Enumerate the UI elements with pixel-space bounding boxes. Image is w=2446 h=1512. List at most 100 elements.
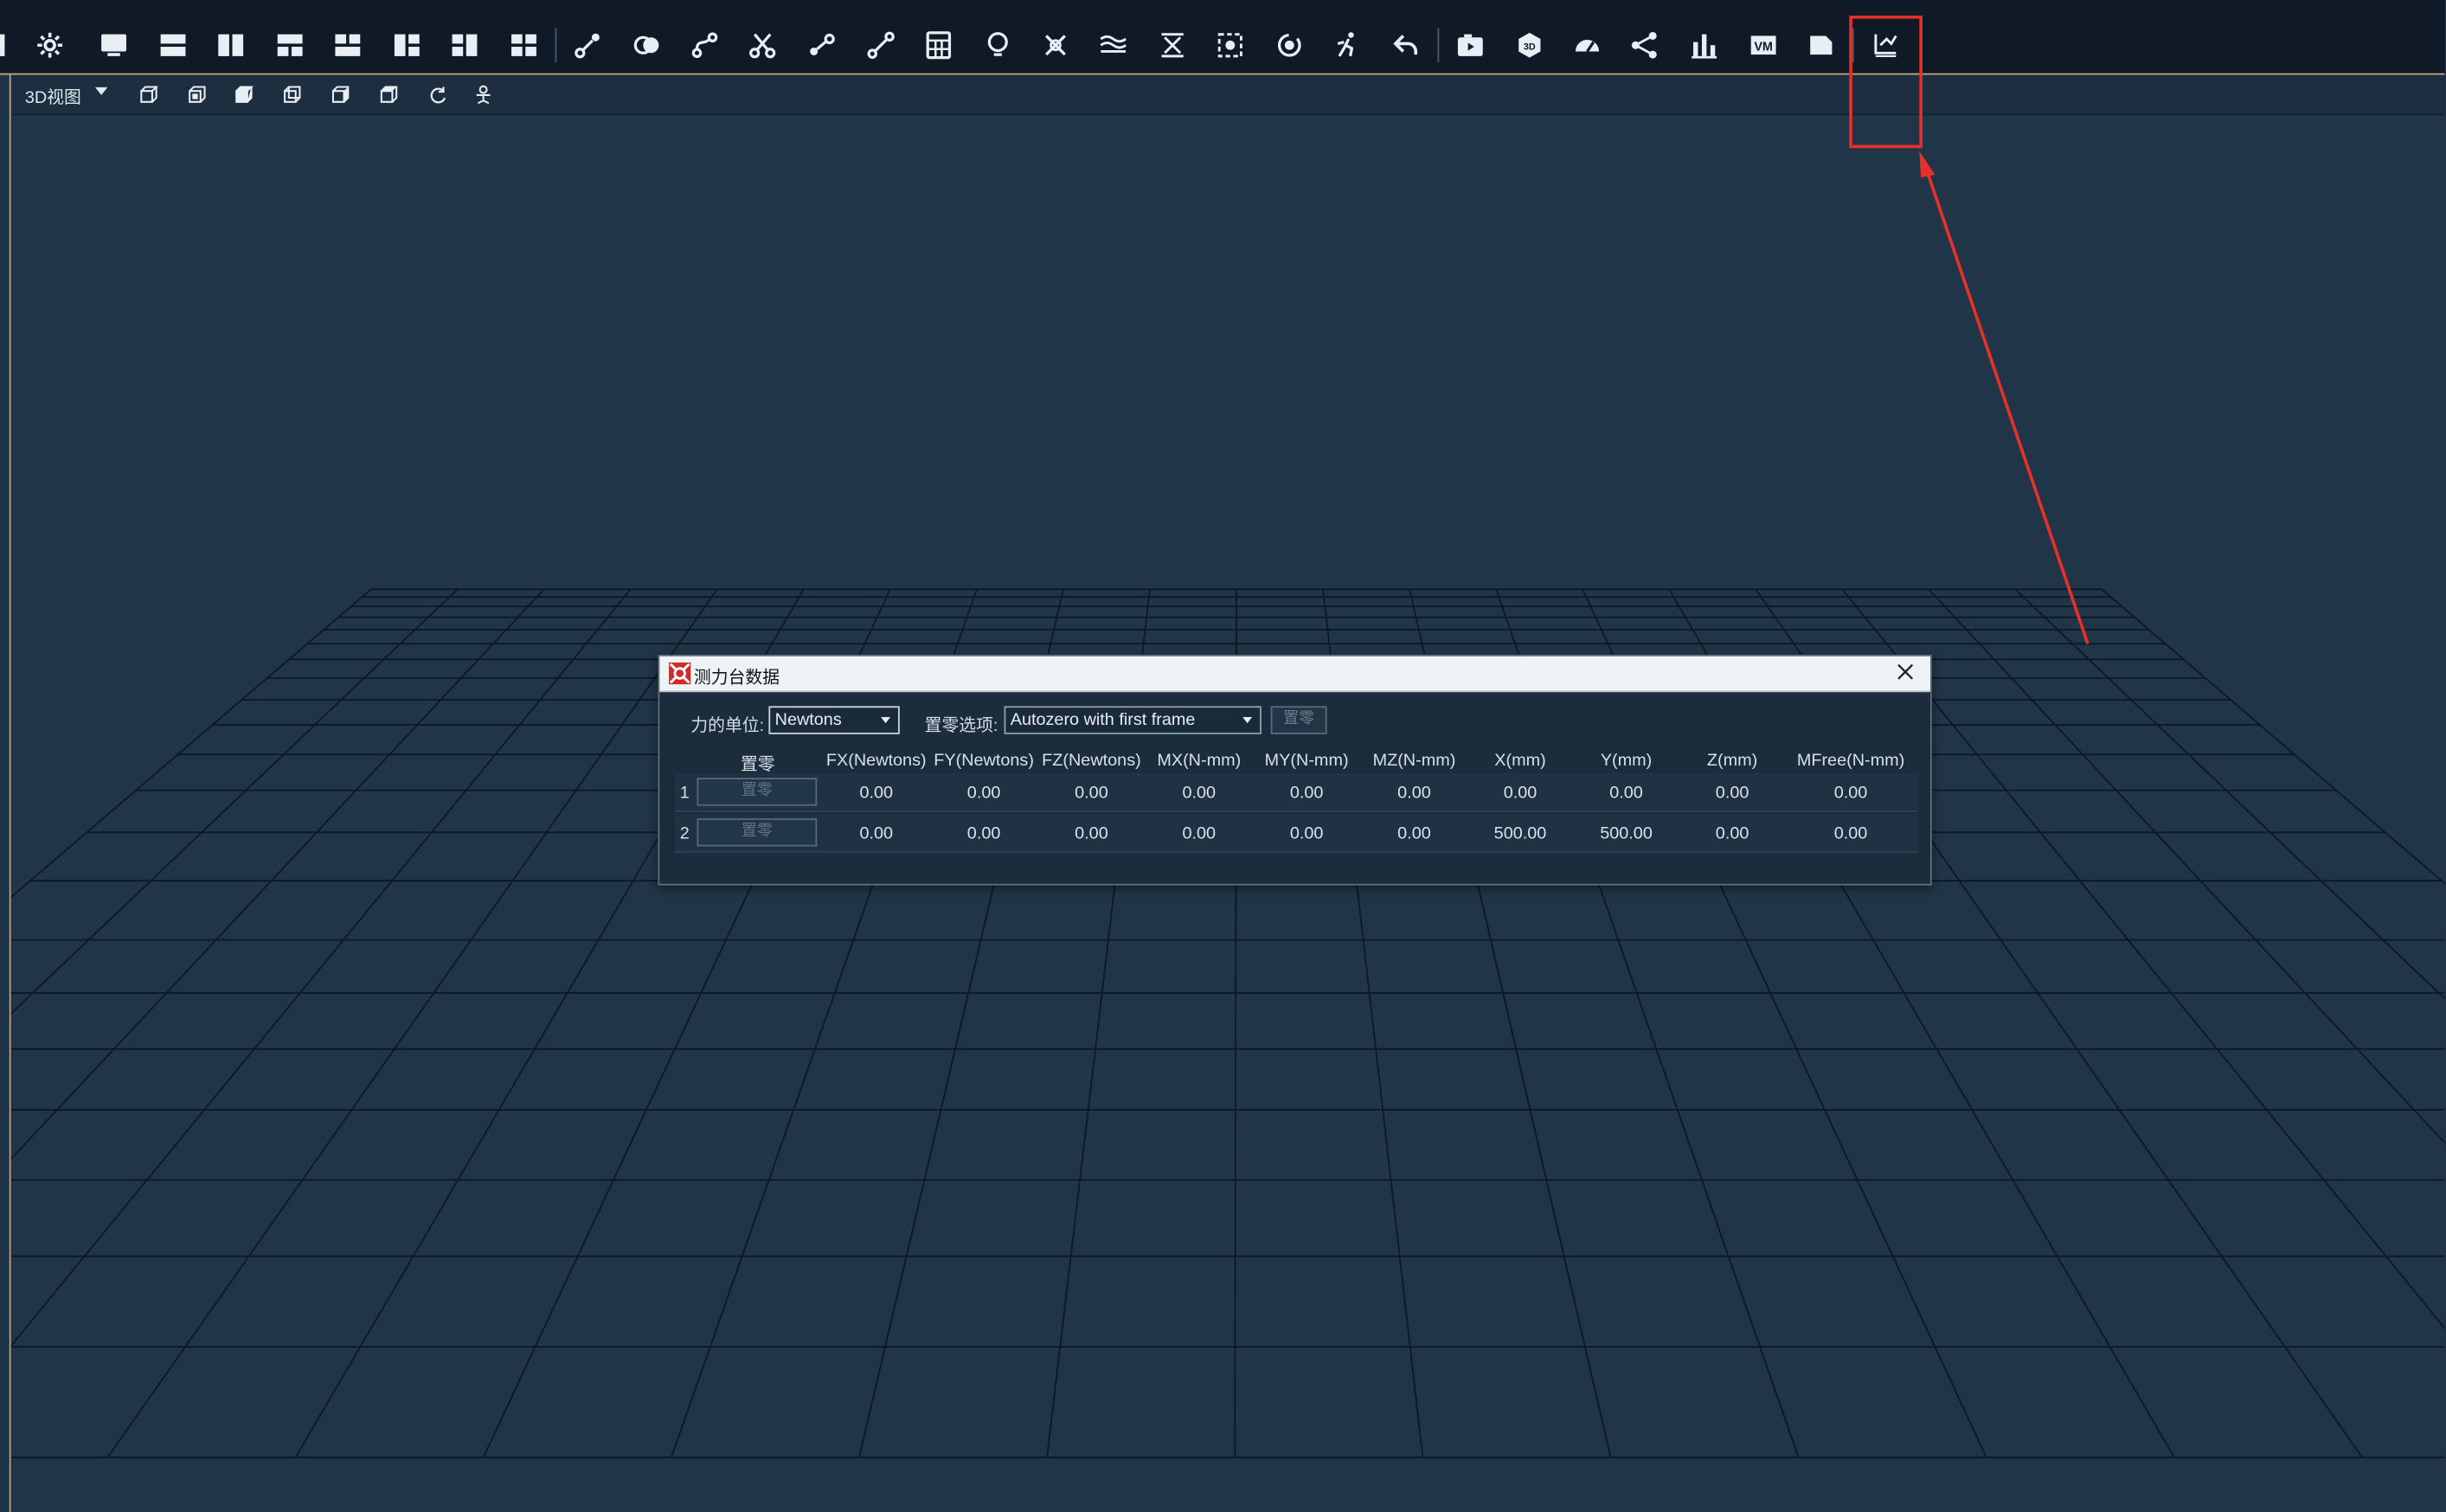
rotate-target-icon[interactable] bbox=[1262, 17, 1318, 74]
filter-cut-icon[interactable] bbox=[1145, 17, 1201, 74]
cube-right-icon[interactable] bbox=[374, 81, 401, 109]
column-header: MX(N-mm) bbox=[1157, 751, 1242, 771]
toolbar-separator bbox=[1437, 28, 1440, 63]
document-icon[interactable] bbox=[1793, 17, 1849, 74]
bar-chart-icon[interactable] bbox=[1676, 17, 1732, 74]
layout-two-columns-icon[interactable] bbox=[202, 17, 259, 74]
zero-option-label: 置零选项: bbox=[924, 716, 998, 736]
toolbar-edge bbox=[0, 34, 5, 56]
app-window: 3D VM 3D视图 测力台数据 力的单位: Newtons 置零选项: Aut… bbox=[0, 0, 2445, 1512]
table-cell: 0.00 bbox=[859, 784, 894, 804]
calculator-icon[interactable] bbox=[910, 17, 966, 74]
dialog-title: 测力台数据 bbox=[693, 669, 780, 688]
cube-side-icon[interactable] bbox=[183, 81, 210, 109]
layout-three-grid-icon[interactable] bbox=[262, 17, 318, 74]
column-header: FX(Newtons) bbox=[825, 751, 927, 771]
segment-link-icon[interactable] bbox=[560, 17, 616, 74]
link-nodes-icon[interactable] bbox=[793, 17, 850, 74]
wave-icon[interactable] bbox=[1085, 17, 1141, 74]
main-toolbar: 3D VM bbox=[0, 0, 2445, 75]
undo-icon[interactable] bbox=[1378, 17, 1435, 74]
dialog-titlebar[interactable]: 测力台数据 bbox=[659, 656, 1930, 693]
focus-target-icon[interactable] bbox=[1202, 17, 1258, 74]
force-plate-dialog: 测力台数据 力的单位: Newtons 置零选项: Autozero with … bbox=[658, 654, 1932, 886]
table-cell: 0.00 bbox=[966, 824, 1001, 843]
curve-link-icon[interactable] bbox=[677, 17, 733, 74]
table-cell: 0.00 bbox=[1289, 784, 1324, 804]
dialog-controls: 力的单位: Newtons 置零选项: Autozero with first … bbox=[659, 703, 1930, 738]
column-header: MZ(N-mm) bbox=[1372, 751, 1456, 771]
force-plate-table: 置零 FX(Newtons) FY(Newtons) FZ(Newtons) MX(N-… bbox=[675, 746, 1918, 853]
table-cell: 0.00 bbox=[1609, 784, 1643, 804]
cube-front-icon[interactable] bbox=[134, 81, 162, 109]
toolbar-separator bbox=[555, 28, 557, 63]
table-cell: 0.00 bbox=[1715, 824, 1749, 843]
view-3d-icon[interactable]: 3D bbox=[1501, 17, 1557, 74]
table-cell: 500.00 bbox=[1600, 824, 1653, 843]
force-unit-value: Newtons bbox=[774, 710, 842, 730]
table-cell: 0.00 bbox=[1715, 784, 1749, 804]
zero-option-value: Autozero with first frame bbox=[1010, 710, 1196, 730]
table-cell: 0.00 bbox=[966, 784, 1001, 804]
table-cell: 0.00 bbox=[1182, 824, 1217, 843]
column-header: FY(Newtons) bbox=[934, 751, 1034, 771]
grid-line bbox=[10, 588, 372, 899]
overlap-circles-icon[interactable] bbox=[619, 17, 675, 74]
chevron-down-icon bbox=[1242, 716, 1253, 724]
grid-line bbox=[10, 588, 459, 1015]
share-nodes-icon[interactable] bbox=[1617, 17, 1673, 74]
table-cell: 0.00 bbox=[1289, 824, 1324, 843]
vm-icon[interactable]: VM bbox=[1736, 17, 1792, 74]
table-cell: 0.00 bbox=[1075, 784, 1108, 804]
layout-left-split-icon[interactable] bbox=[379, 17, 435, 74]
chevron-down-icon bbox=[881, 716, 890, 724]
speedometer-icon[interactable] bbox=[1559, 17, 1615, 74]
force-unit-select[interactable]: Newtons bbox=[768, 706, 900, 734]
close-icon[interactable] bbox=[1893, 659, 1918, 684]
layout-four-grid-icon[interactable] bbox=[496, 17, 552, 74]
bulb-icon[interactable] bbox=[970, 17, 1026, 74]
cross-marker-icon[interactable] bbox=[1028, 17, 1084, 74]
layout-right-split-icon[interactable] bbox=[437, 17, 493, 74]
column-header: FZ(Newtons) bbox=[1042, 751, 1141, 771]
zero-option-select[interactable]: Autozero with first frame bbox=[1004, 706, 1262, 734]
camera-mount-icon[interactable] bbox=[469, 81, 497, 109]
column-header: MFree(N-mm) bbox=[1796, 751, 1905, 771]
grid-line bbox=[2014, 588, 2445, 1000]
layout-top-split-icon[interactable] bbox=[319, 17, 376, 74]
force-unit-label: 力的单位: bbox=[690, 716, 765, 736]
table-cell: 500.00 bbox=[1493, 824, 1547, 843]
zero-button[interactable]: 置零 bbox=[1270, 706, 1327, 734]
cube-back-icon[interactable] bbox=[278, 81, 305, 109]
table-row: 1 置零 0.00 0.00 0.00 0.00 0.00 0.00 0.00 0.00 0.00 0… bbox=[675, 772, 1918, 812]
svg-text:VM: VM bbox=[1754, 41, 1773, 54]
row-index: 2 bbox=[679, 824, 690, 843]
cube-top-icon[interactable] bbox=[229, 81, 257, 109]
runner-icon[interactable] bbox=[1319, 17, 1376, 74]
grid-line bbox=[2101, 588, 2445, 885]
layout-two-rows-icon[interactable] bbox=[145, 17, 202, 74]
table-cell: 0.00 bbox=[1182, 784, 1217, 804]
cut-icon[interactable] bbox=[735, 17, 791, 74]
camera-play-icon[interactable] bbox=[1442, 17, 1499, 74]
column-header: MY(N-mm) bbox=[1264, 751, 1349, 771]
monitor-icon[interactable] bbox=[86, 17, 142, 74]
table-cell: 0.00 bbox=[1503, 784, 1538, 804]
table-cell: 0.00 bbox=[1397, 784, 1431, 804]
grid-line bbox=[1841, 588, 2445, 1330]
view-mode-dropdown-icon[interactable] bbox=[94, 86, 108, 95]
table-cell: 0.00 bbox=[1833, 824, 1868, 843]
settings-icon[interactable] bbox=[22, 17, 78, 74]
refresh-view-icon[interactable] bbox=[422, 81, 450, 109]
table-header: 置零 FX(Newtons) FY(Newtons) FZ(Newtons) MX(N-… bbox=[675, 746, 1917, 775]
grid-line bbox=[10, 588, 545, 1161]
row-zero-button[interactable]: 置零 bbox=[697, 778, 818, 806]
highlight-box bbox=[1849, 16, 1923, 149]
link-line-icon[interactable] bbox=[853, 17, 909, 74]
cube-left-icon[interactable] bbox=[326, 81, 354, 109]
view-mode-label[interactable]: 3D视图 bbox=[25, 84, 81, 109]
column-header: X(mm) bbox=[1494, 751, 1546, 771]
row-zero-button[interactable]: 置零 bbox=[697, 818, 818, 847]
column-header: Y(mm) bbox=[1600, 751, 1653, 771]
table-cell: 0.00 bbox=[1397, 824, 1431, 843]
